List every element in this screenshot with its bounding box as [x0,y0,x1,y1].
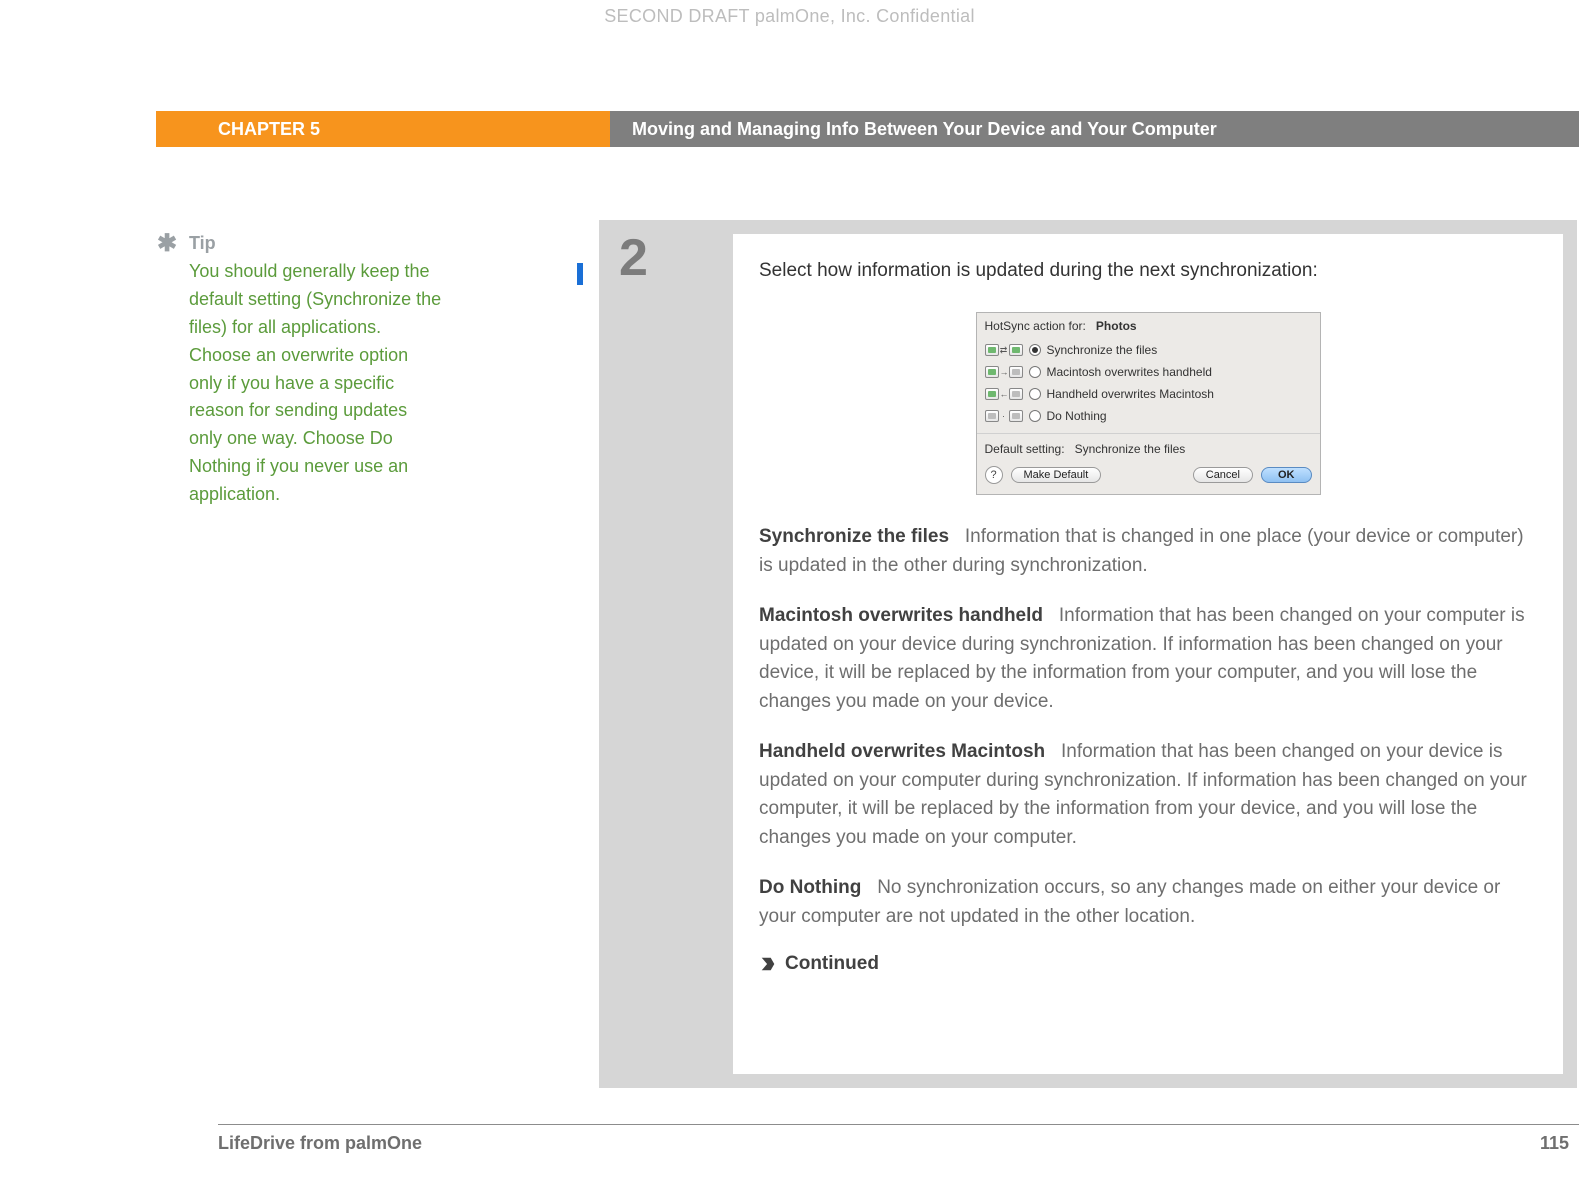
cancel-button[interactable]: Cancel [1193,467,1253,483]
page-footer: LifeDrive from palmOne 115 [218,1124,1579,1154]
option-label: Do Nothing [1047,409,1107,423]
tip-label: Tip [189,233,445,254]
definition-synchronize: Synchronize the files Information that i… [759,523,1537,580]
option-handheld-overwrites[interactable]: ← Handheld overwrites Macintosh [985,383,1312,405]
option-mac-overwrites[interactable]: → Macintosh overwrites handheld [985,361,1312,383]
continued-indicator: Continued [759,953,1537,975]
definition-title: Do Nothing [759,877,861,898]
option-synchronize[interactable]: ⇄ Synchronize the files [985,339,1312,361]
help-button[interactable]: ? [985,466,1003,484]
default-value: Synchronize the files [1075,442,1186,456]
dialog-header-value: Photos [1096,319,1137,333]
radio-mac-overwrites[interactable] [1029,366,1041,378]
chapter-title: Moving and Managing Info Between Your De… [610,111,1579,147]
handheld-to-mac-icon: ← [985,388,1023,400]
option-label: Macintosh overwrites handheld [1047,365,1212,379]
tip-body: You should generally keep the default se… [189,258,445,509]
definition-handheld-overwrites: Handheld overwrites Macintosh Informatio… [759,738,1537,852]
radio-handheld-overwrites[interactable] [1029,388,1041,400]
mac-to-handheld-icon: → [985,366,1023,378]
make-default-button[interactable]: Make Default [1011,467,1102,483]
radio-synchronize[interactable] [1029,344,1041,356]
hotsync-dialog: HotSync action for: Photos ⇄ Synchronize… [976,312,1321,495]
step-content: Select how information is updated during… [733,234,1563,1074]
tip-sidebar: ✱ Tip You should generally keep the defa… [165,233,445,509]
definition-do-nothing: Do Nothing No synchronization occurs, so… [759,874,1537,931]
definition-title: Macintosh overwrites handheld [759,605,1043,626]
revision-mark-icon [577,263,583,285]
definition-title: Synchronize the files [759,526,949,547]
definition-title: Handheld overwrites Macintosh [759,741,1045,762]
footer-product: LifeDrive from palmOne [218,1133,422,1154]
chapter-label: CHAPTER 5 [156,111,610,147]
step-number: 2 [619,228,709,288]
continued-label: Continued [785,953,879,975]
radio-do-nothing[interactable] [1029,410,1041,422]
option-do-nothing[interactable]: · Do Nothing [985,405,1312,427]
step-lead-text: Select how information is updated during… [759,260,1537,282]
header-left-spacer [0,111,156,147]
chapter-header-bar: CHAPTER 5 Moving and Managing Info Betwe… [0,111,1579,147]
default-label: Default setting: [985,442,1065,456]
definition-body: No synchronization occurs, so any change… [759,877,1500,927]
confidential-watermark: SECOND DRAFT palmOne, Inc. Confidential [0,6,1579,27]
dialog-default-row: Default setting: Synchronize the files [977,433,1320,460]
option-label: Synchronize the files [1047,343,1158,357]
dialog-header-label: HotSync action for: [985,319,1086,333]
do-nothing-icon: · [985,410,1023,422]
ok-button[interactable]: OK [1261,467,1312,483]
option-label: Handheld overwrites Macintosh [1047,387,1214,401]
sync-both-icon: ⇄ [985,344,1023,356]
step-panel: 2 Select how information is updated duri… [599,220,1577,1088]
dialog-header: HotSync action for: Photos [977,313,1320,337]
footer-page-number: 115 [1540,1133,1569,1154]
continued-arrow-icon [759,955,777,973]
definition-mac-overwrites: Macintosh overwrites handheld Informatio… [759,602,1537,716]
asterisk-icon: ✱ [157,229,177,258]
